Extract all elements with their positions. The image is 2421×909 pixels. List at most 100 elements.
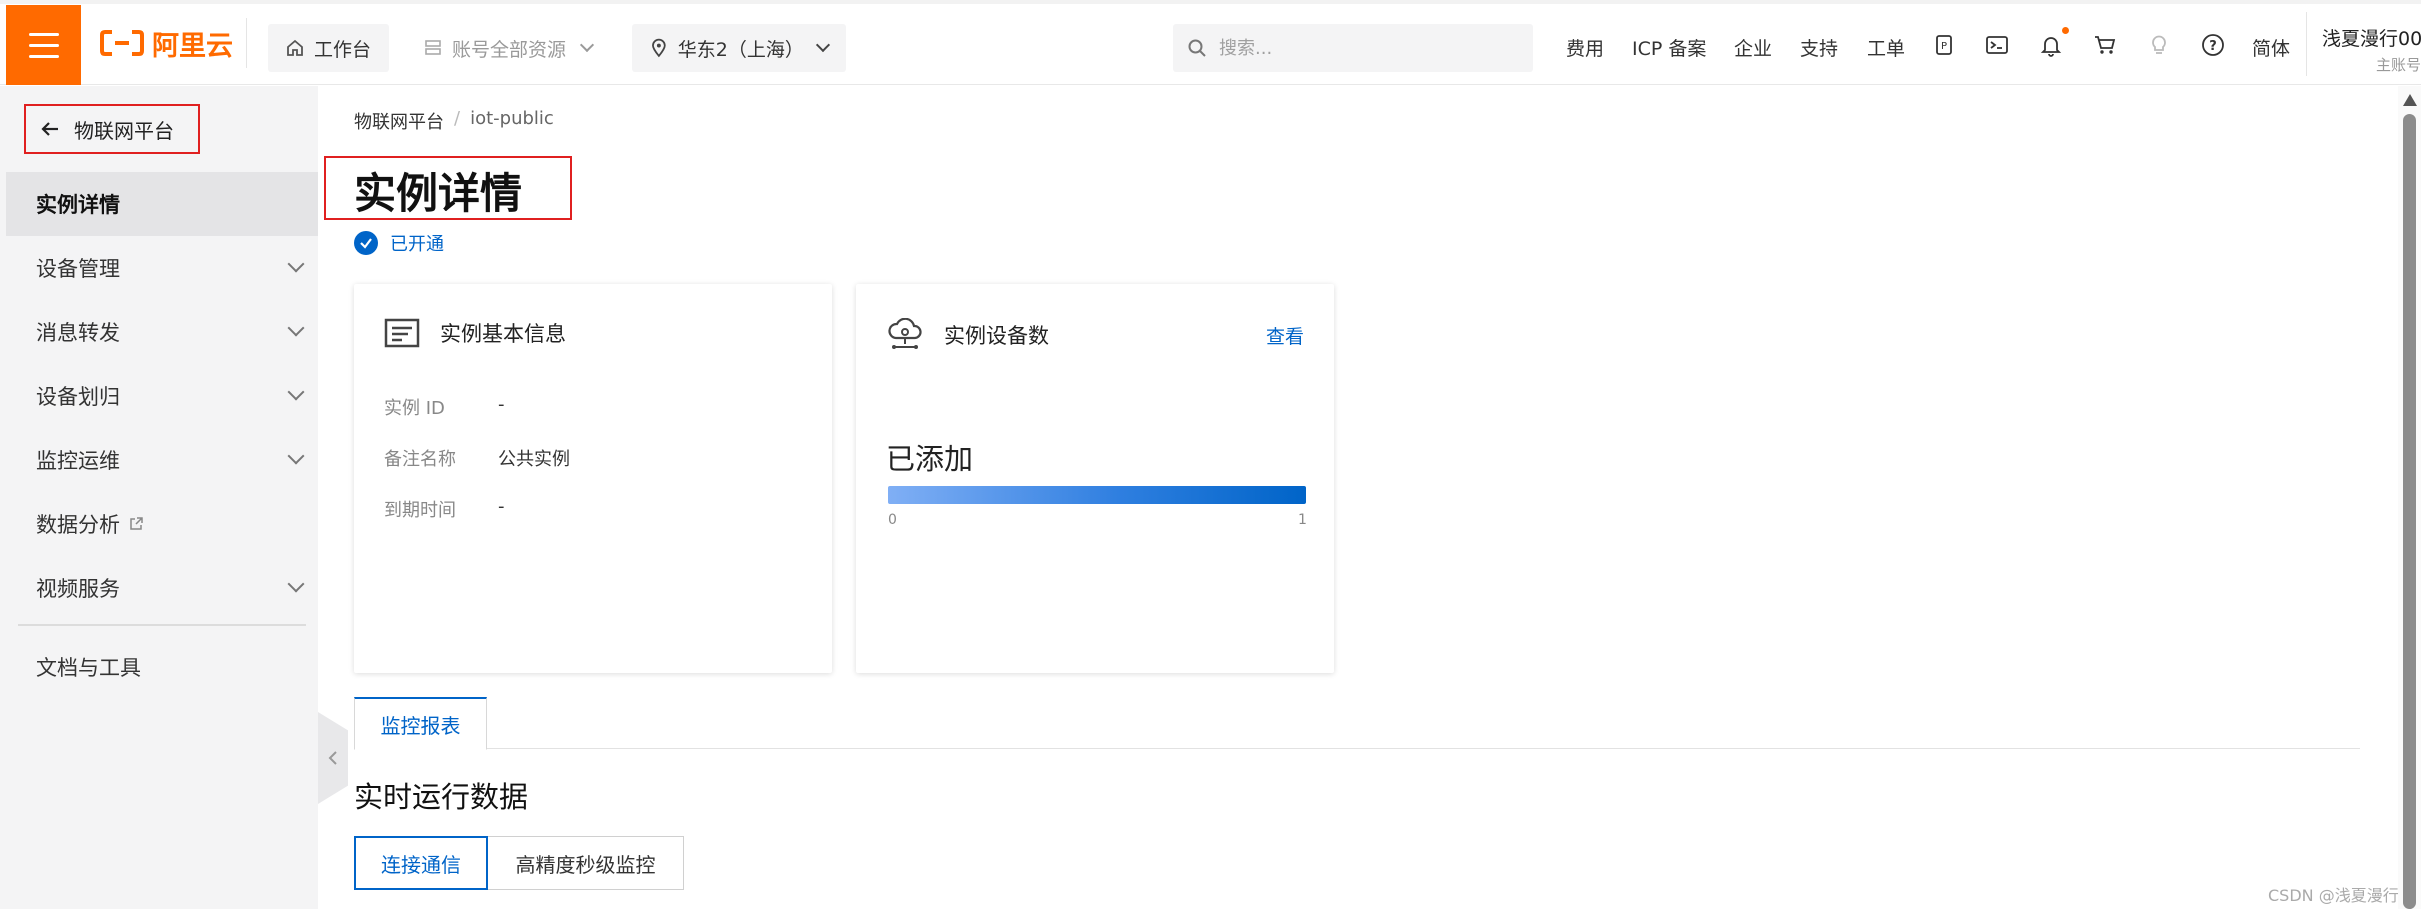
cart-icon[interactable] bbox=[2093, 33, 2117, 57]
sidebar-item-label: 监控运维 bbox=[36, 449, 120, 473]
added-label: 已添加 bbox=[886, 442, 974, 476]
status-label: 已开通 bbox=[390, 234, 444, 255]
svg-text:?: ? bbox=[2209, 39, 2217, 54]
chevron-down-icon bbox=[816, 37, 831, 53]
check-circle-icon bbox=[354, 231, 378, 255]
account-type: 主账号 bbox=[2376, 56, 2421, 74]
field-value: - bbox=[498, 394, 505, 415]
sidebar-item-video-service[interactable]: 视频服务 bbox=[6, 556, 318, 620]
chevron-down-icon bbox=[579, 37, 595, 53]
chevron-down-icon bbox=[287, 383, 305, 401]
menu-icon[interactable] bbox=[6, 5, 81, 85]
report-tabs: 监控报表 bbox=[354, 697, 2360, 750]
expiry-time-row: 到期时间 - bbox=[384, 496, 505, 522]
watermark: CSDN @浅夏漫行 bbox=[2268, 886, 2399, 905]
status-indicator: 已开通 bbox=[354, 230, 444, 256]
card-title: 实例基本信息 bbox=[440, 322, 566, 346]
arrow-left-icon bbox=[41, 122, 58, 136]
scrollbar-thumb[interactable] bbox=[2403, 114, 2416, 909]
search-box[interactable] bbox=[1173, 24, 1533, 72]
region-label: 华东2（上海） bbox=[677, 38, 804, 61]
section-title: 实时运行数据 bbox=[354, 780, 529, 814]
location-pin-icon bbox=[652, 38, 666, 58]
divider bbox=[18, 624, 306, 626]
bell-icon[interactable] bbox=[2039, 33, 2063, 57]
chevron-left-icon bbox=[328, 751, 337, 765]
breadcrumb-current: iot-public bbox=[470, 108, 554, 129]
search-icon bbox=[1188, 39, 1206, 57]
tab-monitoring-report[interactable]: 监控报表 bbox=[354, 697, 487, 750]
svg-text:P: P bbox=[1941, 41, 1947, 52]
server-icon bbox=[425, 40, 441, 55]
progress-max-label: 1 bbox=[1298, 512, 1307, 528]
chevron-down-icon bbox=[287, 319, 305, 337]
sidebar-item-data-analysis[interactable]: 数据分析 bbox=[6, 492, 318, 556]
field-label: 备注名称 bbox=[384, 449, 456, 470]
resource-scope-label: 账号全部资源 bbox=[452, 38, 567, 61]
workbench-button[interactable]: 工作台 bbox=[268, 24, 390, 72]
device-progress-bar bbox=[888, 486, 1306, 504]
sidebar-item-docs-tools[interactable]: 文档与工具 bbox=[6, 635, 318, 699]
segment-high-precision-monitoring[interactable]: 高精度秒级监控 bbox=[488, 836, 684, 890]
view-devices-link[interactable]: 查看 bbox=[1266, 322, 1304, 349]
field-label: 实例 ID bbox=[384, 398, 445, 419]
brand-name: 阿里云 bbox=[152, 30, 233, 62]
billing-link[interactable]: 费用 bbox=[1566, 34, 1604, 61]
aliyun-logo-icon bbox=[100, 30, 144, 56]
sidebar-item-device-allocation[interactable]: 设备划归 bbox=[6, 364, 318, 428]
back-label: 物联网平台 bbox=[74, 118, 174, 143]
home-icon bbox=[287, 39, 303, 56]
cloud-device-icon bbox=[888, 318, 922, 349]
enterprise-link[interactable]: 企业 bbox=[1734, 34, 1772, 61]
instance-id-row: 实例 ID - bbox=[384, 394, 505, 420]
chevron-down-icon bbox=[287, 255, 305, 273]
breadcrumb-root-link[interactable]: 物联网平台 bbox=[354, 108, 444, 134]
card-header: 实例基本信息 bbox=[384, 318, 566, 348]
region-selector[interactable]: 华东2（上海） bbox=[632, 24, 846, 72]
sidebar-item-label: 消息转发 bbox=[36, 321, 120, 345]
back-to-iot-platform-button[interactable]: 物联网平台 bbox=[24, 104, 200, 154]
chevron-down-icon bbox=[287, 575, 305, 593]
sidebar: 物联网平台 实例详情 设备管理 消息转发 设备划归 监控运维 数据分析 视频服务… bbox=[0, 86, 318, 909]
aliyun-logo[interactable]: 阿里云 bbox=[100, 26, 233, 62]
workbench-label: 工作台 bbox=[314, 38, 372, 61]
account-name[interactable]: 浅夏漫行007 bbox=[2322, 24, 2421, 51]
field-value: - bbox=[498, 496, 505, 517]
icp-filing-link[interactable]: ICP 备案 bbox=[1632, 34, 1706, 61]
progress-min-label: 0 bbox=[888, 512, 897, 528]
sidebar-item-label: 文档与工具 bbox=[36, 656, 141, 680]
divider bbox=[246, 18, 247, 68]
support-link[interactable]: 支持 bbox=[1800, 34, 1838, 61]
field-label: 到期时间 bbox=[384, 500, 456, 521]
sidebar-item-instance-details[interactable]: 实例详情 bbox=[6, 172, 318, 236]
card-header: 实例设备数 bbox=[886, 318, 1049, 352]
sidebar-item-message-forwarding[interactable]: 消息转发 bbox=[6, 300, 318, 364]
help-icon[interactable]: ? bbox=[2201, 33, 2225, 57]
sidebar-item-device-management[interactable]: 设备管理 bbox=[6, 236, 318, 300]
sidebar-collapse-handle[interactable] bbox=[318, 712, 348, 804]
language-switch[interactable]: 简体 bbox=[2252, 34, 2290, 61]
app-icon[interactable]: P bbox=[1932, 33, 1956, 57]
lightbulb-icon[interactable] bbox=[2147, 33, 2171, 57]
chevron-down-icon bbox=[287, 447, 305, 465]
resource-scope-selector[interactable]: 账号全部资源 bbox=[414, 24, 602, 72]
sidebar-item-label: 数据分析 bbox=[36, 513, 120, 537]
terminal-icon[interactable] bbox=[1985, 33, 2009, 57]
segment-connection-communication[interactable]: 连接通信 bbox=[354, 836, 488, 890]
ticket-link[interactable]: 工单 bbox=[1867, 34, 1905, 61]
device-progress-fill bbox=[888, 486, 1306, 504]
scroll-up-arrow-icon[interactable] bbox=[2403, 94, 2417, 106]
card-title: 实例设备数 bbox=[944, 324, 1049, 348]
search-input[interactable] bbox=[1219, 37, 1519, 59]
sidebar-item-label: 设备管理 bbox=[36, 257, 120, 281]
field-value: 公共实例 bbox=[498, 449, 570, 470]
sidebar-item-label: 实例详情 bbox=[36, 193, 120, 217]
sidebar-item-monitoring-ops[interactable]: 监控运维 bbox=[6, 428, 318, 492]
divider bbox=[2306, 12, 2307, 76]
sidebar-item-label: 视频服务 bbox=[36, 577, 120, 601]
page-title: 实例详情 bbox=[354, 169, 523, 218]
notification-badge bbox=[2062, 27, 2069, 34]
sidebar-item-label: 设备划归 bbox=[36, 385, 120, 409]
breadcrumb: 物联网平台 / iot-public bbox=[354, 108, 554, 134]
instance-device-count-card: 实例设备数 查看 已添加 0 1 bbox=[856, 284, 1334, 673]
